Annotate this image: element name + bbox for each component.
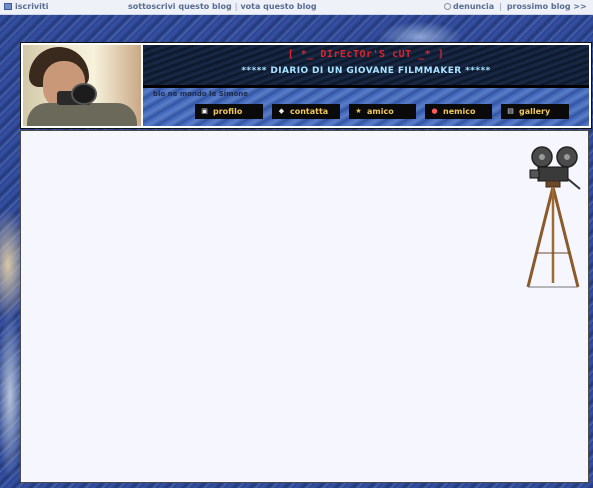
gallery-icon: ▤ xyxy=(507,107,514,115)
signup-icon xyxy=(4,3,12,10)
blog-subtitle: blo ne mondo le Simone xyxy=(153,90,249,98)
nav-label: profilo xyxy=(213,107,243,116)
nav-label: amico xyxy=(367,107,394,116)
nav-nemico-button[interactable]: ● nemico xyxy=(425,104,492,119)
report-link[interactable]: denuncia xyxy=(453,2,494,11)
nav-profilo-button[interactable]: ▣ profilo xyxy=(195,104,263,119)
blog-nav: denuncia | prossimo blog >> xyxy=(444,2,587,11)
nav-label: gallery xyxy=(519,107,551,116)
blog-header: [ *_ DIrEcTOr'S cUT _* ] ***** DIARIO DI… xyxy=(20,42,592,129)
profile-icon: ▣ xyxy=(201,107,208,115)
camera-icon xyxy=(71,83,97,105)
header-photo xyxy=(23,45,141,126)
subscribe-blog-link[interactable]: sottoscrivi questo blog xyxy=(128,2,232,11)
nav-contatta-button[interactable]: ◆ contatta xyxy=(272,104,340,119)
title-banner: [ *_ DIrEcTOr'S cUT _* ] ***** DIARIO DI… xyxy=(143,45,589,88)
block-icon: ● xyxy=(431,107,438,115)
tag-icon: ◆ xyxy=(278,107,285,115)
movie-camera-tripod-icon xyxy=(526,146,581,288)
nav-label: contatta xyxy=(290,107,329,116)
nav-amico-button[interactable]: ★ amico xyxy=(349,104,416,119)
blog-title: [ *_ DIrEcTOr'S cUT _* ] xyxy=(287,49,445,60)
vote-blog-link[interactable]: vota questo blog xyxy=(240,2,316,11)
main-content-panel xyxy=(20,130,589,483)
nav-gallery-button[interactable]: ▤ gallery xyxy=(501,104,569,119)
top-bar: iscriviti sottoscrivi questo blog | vota q… xyxy=(0,0,593,15)
signup-link[interactable]: iscriviti xyxy=(15,2,48,11)
blog-actions: sottoscrivi questo blog | vota questo blog xyxy=(128,2,317,11)
subscribe-area: iscriviti xyxy=(4,2,48,11)
blog-tagline: ***** DIARIO DI UN GIOVANE FILMMAKER ***… xyxy=(241,66,491,76)
separator: | xyxy=(499,2,502,11)
nav-label: nemico xyxy=(443,107,476,116)
star-icon: ★ xyxy=(355,107,362,115)
report-icon xyxy=(444,3,451,10)
next-blog-link[interactable]: prossimo blog >> xyxy=(507,2,587,11)
